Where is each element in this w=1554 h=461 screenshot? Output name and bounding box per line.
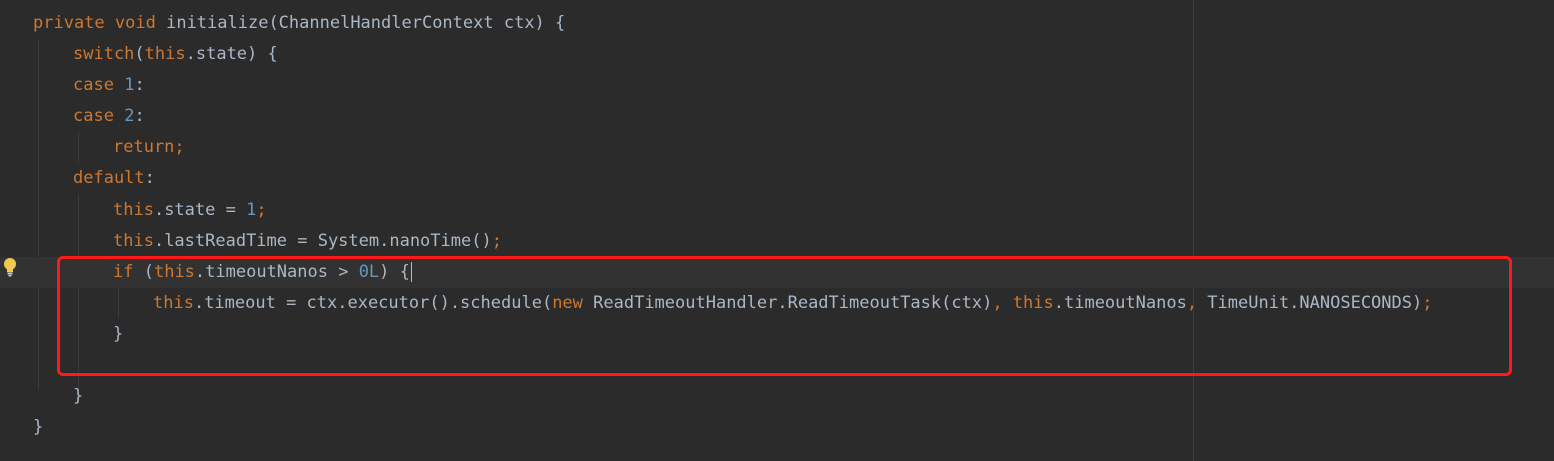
code-line-8: this.lastReadTime = System.nanoTime();: [113, 231, 502, 251]
code-line-14: }: [33, 417, 44, 437]
code-line-9: if (this.timeoutNanos > 0L) {: [0, 257, 1554, 288]
text-caret: [410, 262, 412, 282]
code-line-11: }: [113, 324, 124, 344]
code-editor[interactable]: private void initialize(ChannelHandlerCo…: [0, 0, 1554, 461]
code-line-2: switch(this.state) {: [73, 44, 278, 64]
keyword: private: [33, 13, 105, 33]
lightbulb-icon[interactable]: [3, 257, 17, 277]
code-line-5: return;: [113, 137, 185, 157]
code-line-3: case 1:: [73, 75, 145, 95]
code-line-13: }: [73, 386, 84, 406]
code-line-1: private void initialize(ChannelHandlerCo…: [0, 8, 1554, 39]
method-signature: initialize(ChannelHandlerContext ctx) {: [155, 13, 566, 33]
code-line-10: this.timeout = ctx.executor().schedule(n…: [153, 293, 1433, 313]
code-line-6: default:: [73, 168, 155, 188]
code-line-4: case 2:: [73, 106, 145, 126]
keyword: void: [114, 13, 156, 33]
code-line-7: this.state = 1;: [113, 200, 267, 220]
